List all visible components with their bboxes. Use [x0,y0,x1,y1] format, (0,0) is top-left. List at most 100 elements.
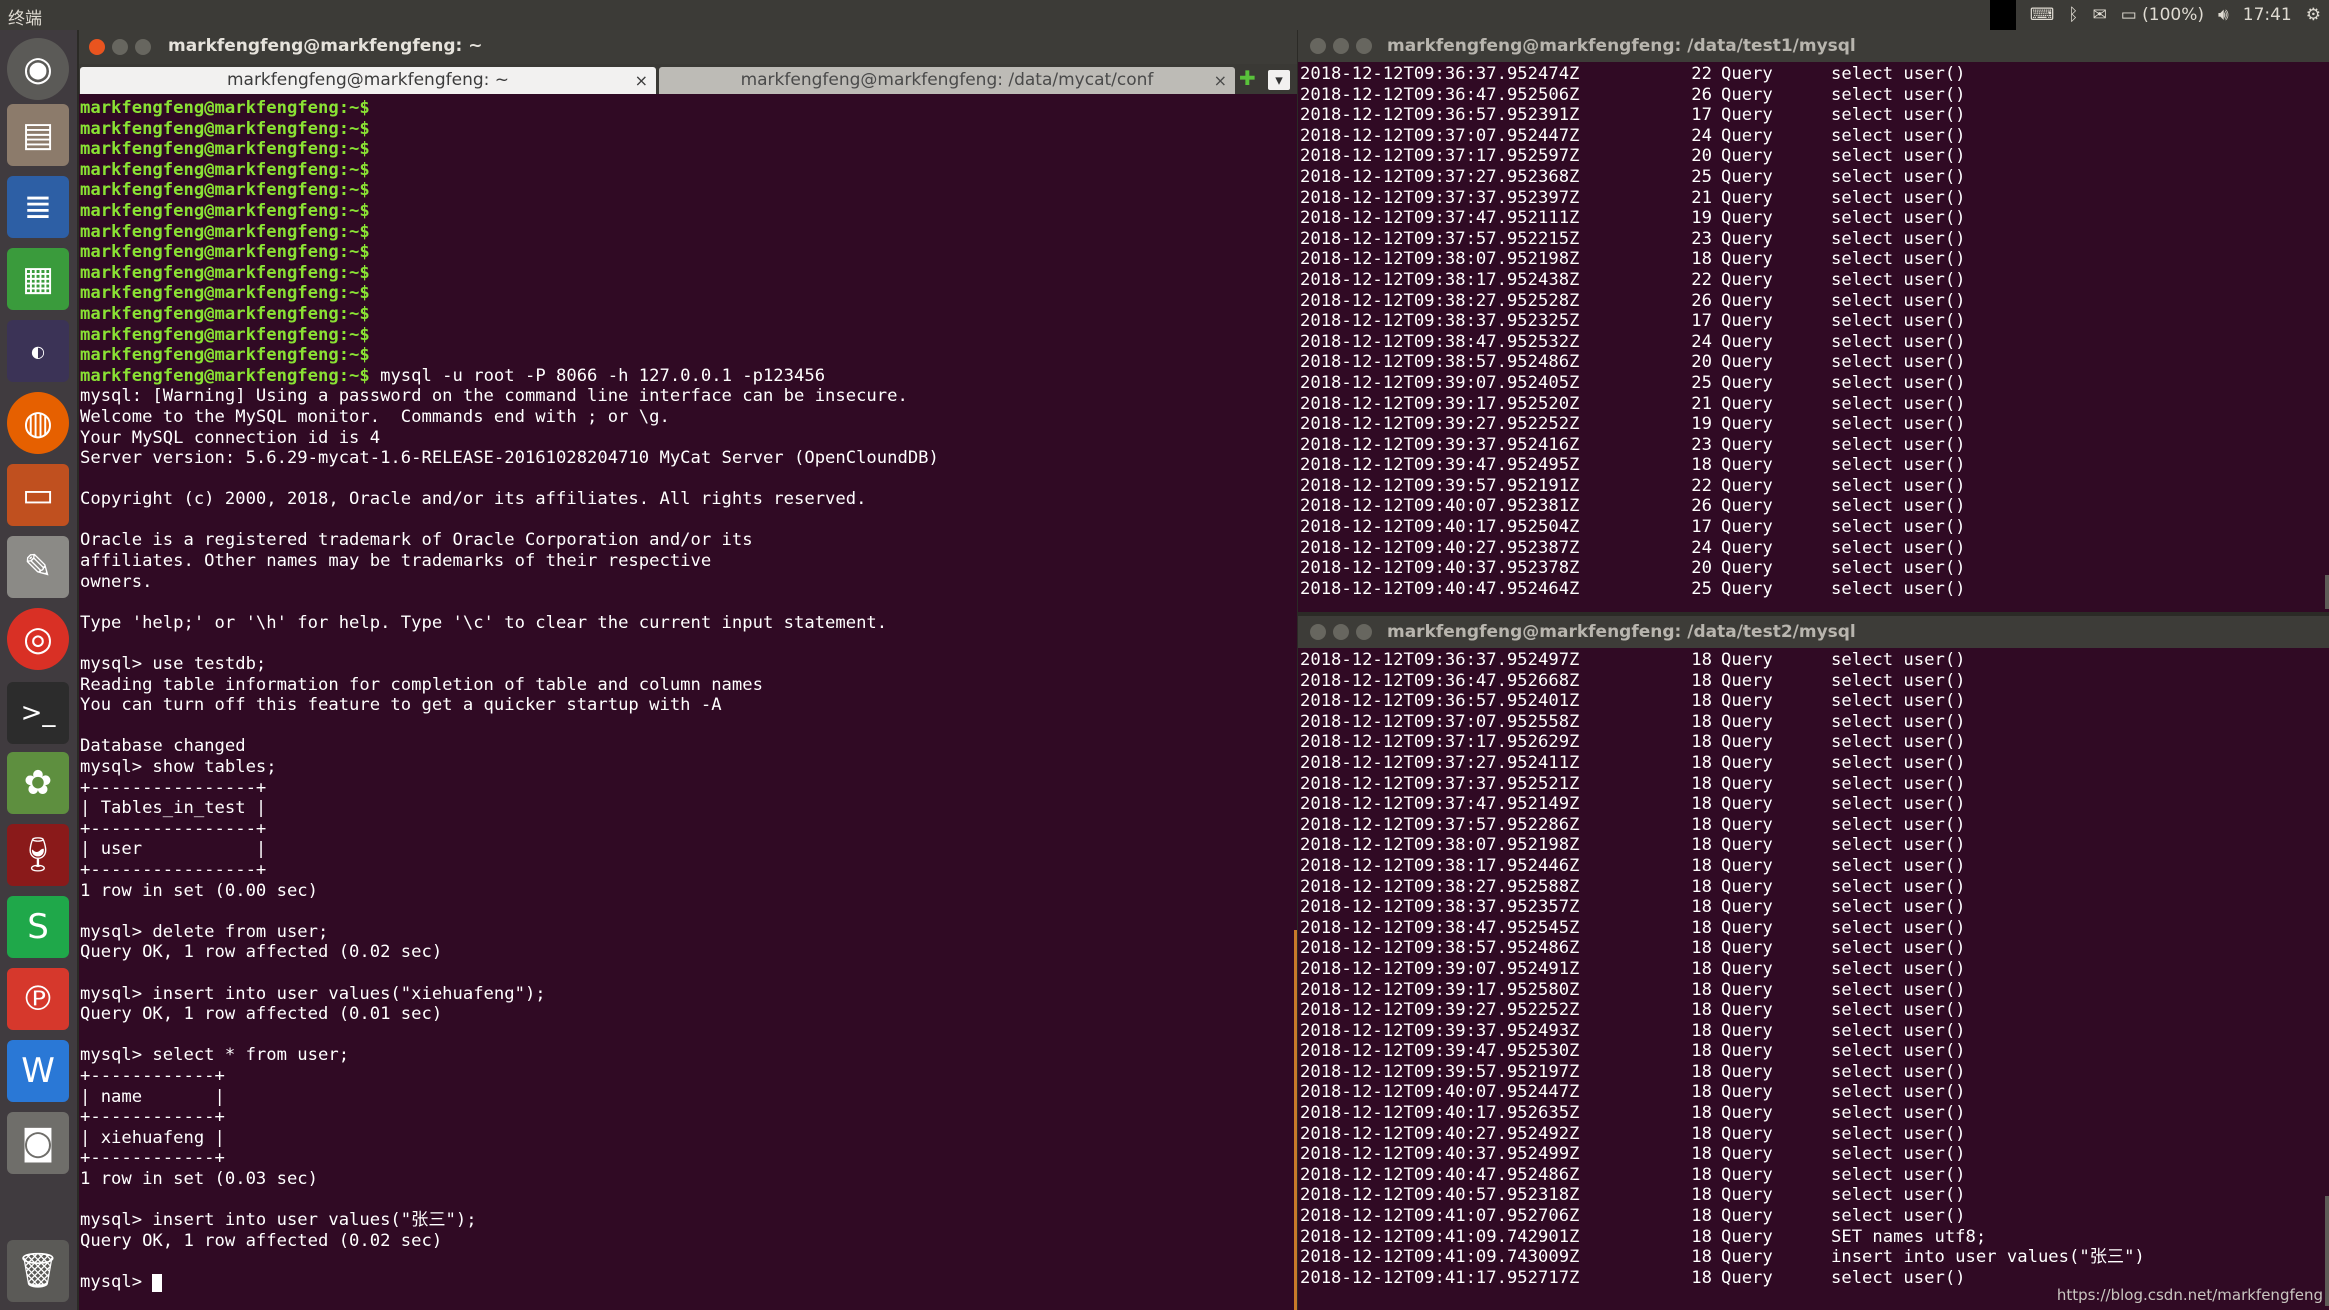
maximize-icon[interactable] [1356,624,1372,640]
wps-spreadsheet-icon[interactable]: S [7,896,69,958]
log-argument: insert into user values("张三") [1831,1247,2145,1268]
tab-menu-icon[interactable]: ▾ [1268,70,1290,90]
log-thread-id: 18 [1691,732,1712,753]
log-argument: select user() [1831,752,1966,773]
log-command: Query [1721,835,1773,856]
log-timestamp: 2018-12-12T09:40:57.952318Z [1300,1185,1580,1206]
log-argument: select user() [1831,393,1966,414]
log-argument: select user() [1831,372,1966,393]
log-thread-id: 18 [1691,711,1712,732]
minimize-icon[interactable] [112,39,128,55]
log-row: 2018-12-12T09:36:47.952668Z 18 Query select… [1300,671,2320,692]
shell-prompt: markfengfeng@markfengfeng:~$ [80,159,370,180]
tab-close-icon[interactable]: × [635,67,648,94]
screenshot-icon[interactable]: ◙ [7,1112,69,1174]
eclipse-icon[interactable]: ◐ [7,320,69,382]
log-thread-id: 25 [1691,578,1712,599]
log-thread-id: 18 [1691,835,1712,856]
log-argument: select user() [1831,558,1966,579]
gear-icon[interactable]: ⚙ [2306,5,2321,25]
shell-prompt: markfengfeng@markfengfeng:~$ [80,345,370,366]
log-timestamp: 2018-12-12T09:37:27.952411Z [1300,752,1580,773]
log-command: Query [1721,475,1773,496]
scrollbar[interactable] [2325,1196,2329,1306]
close-icon[interactable] [1310,38,1326,54]
terminal-line: | name | [80,1086,225,1107]
text-editor-icon[interactable]: ✎ [7,536,69,598]
window-titlebar[interactable]: markfengfeng@markfengfeng: ~ [79,30,1297,64]
log-command: Query [1721,1123,1773,1144]
shell-prompt: markfengfeng@markfengfeng:~$ [80,139,370,160]
volume-icon[interactable]: 🔊︎ [2218,5,2229,25]
log-argument: select user() [1831,414,1966,435]
log-row: 2018-12-12T09:37:27.952411Z 18 Query select… [1300,753,2320,774]
tab-mycat-conf[interactable]: markfengfeng@markfengfeng: /data/mycat/c… [659,67,1235,94]
bluetooth-icon[interactable]: ᛒ [2068,5,2078,25]
window-titlebar[interactable]: markfengfeng@markfengfeng: /data/test2/m… [1298,616,2329,648]
log-row: 2018-12-12T09:38:07.952198Z 18 Query select… [1300,835,2320,856]
firefox-icon[interactable]: ◍ [7,392,69,454]
log-row: 2018-12-12T09:38:37.952357Z 18 Query select… [1300,897,2320,918]
battery-indicator[interactable]: ▭ (100%) [2121,5,2204,25]
log-row: 2018-12-12T09:37:27.952368Z 25 Query select… [1300,167,2320,188]
log-argument: select user() [1831,517,1966,538]
terminal-line: mysql> select * from user; [80,1045,350,1066]
wine-icon[interactable]: 🍷︎ [7,824,69,886]
minimize-icon[interactable] [1333,38,1349,54]
log-timestamp: 2018-12-12T09:41:09.743009Z [1300,1247,1580,1268]
log-thread-id: 18 [1691,1000,1712,1021]
scrollbar[interactable] [2325,575,2329,609]
log-argument: select user() [1831,1144,1966,1165]
terminal-line: markfengfeng@markfengfeng:~$ [80,180,1295,201]
keyboard-icon[interactable]: ⌨ [2030,5,2055,25]
log-row: 2018-12-12T09:38:47.952545Z 18 Query select… [1300,918,2320,939]
log-row: 2018-12-12T09:36:47.952506Z 26 Query select… [1300,85,2320,106]
wps-writer-icon[interactable]: W [7,1040,69,1102]
log-row: 2018-12-12T09:39:47.952495Z 18 Query select… [1300,455,2320,476]
close-icon[interactable] [1310,624,1326,640]
log-thread-id: 18 [1691,814,1712,835]
tab-home[interactable]: markfengfeng@markfengfeng: ~ × [80,67,656,94]
mail-icon[interactable]: ✉ [2092,5,2106,25]
window-titlebar[interactable]: markfengfeng@markfengfeng: /data/test1/m… [1298,30,2329,62]
log-row: 2018-12-12T09:37:47.952149Z 18 Query select… [1300,794,2320,815]
log-thread-id: 18 [1691,1061,1712,1082]
log-output[interactable]: 2018-12-12T09:36:37.952497Z 18 Query select… [1300,650,2320,1308]
shell-prompt: markfengfeng@markfengfeng:~$ [80,221,370,242]
new-tab-icon[interactable]: ✚ [1239,66,1256,90]
log-timestamp: 2018-12-12T09:40:17.952504Z [1300,517,1580,538]
log-thread-id: 18 [1691,1082,1712,1103]
files-icon[interactable]: ▤ [7,104,69,166]
maximize-icon[interactable] [135,39,151,55]
writer-icon[interactable]: ≣ [7,176,69,238]
terminal-output[interactable]: markfengfeng@markfengfeng:~$ markfengfeng… [79,98,1295,1310]
calc-icon[interactable]: ▦ [7,248,69,310]
scrollbar[interactable] [1294,930,1297,1310]
terminal-line: mysql> delete from user; [80,921,329,942]
wps-pdf-icon[interactable]: ℗ [7,968,69,1030]
minimize-icon[interactable] [1333,624,1349,640]
tab-close-icon[interactable]: × [1214,67,1227,94]
chrome-icon[interactable]: ◎ [7,608,69,670]
shell-prompt: markfengfeng@markfengfeng:~$ [80,242,370,263]
log-row: 2018-12-12T09:41:07.952706Z 18 Query select… [1300,1206,2320,1227]
close-icon[interactable] [89,39,105,55]
log-argument: select user() [1831,105,1966,126]
log-output[interactable]: 2018-12-12T09:36:37.952474Z 22 Query select… [1300,64,2320,612]
maximize-icon[interactable] [1356,38,1372,54]
log-argument: select user() [1831,650,1966,670]
impress-icon[interactable]: ▭ [7,464,69,526]
terminal-icon[interactable]: >_ [7,682,69,744]
dash-icon[interactable]: ◉ [7,38,69,100]
log-argument: select user() [1831,958,1966,979]
terminal-line: mysql: [Warning] Using a password on the… [80,386,908,407]
log-argument: select user() [1831,855,1966,876]
log-thread-id: 26 [1691,290,1712,311]
trash-icon[interactable]: 🗑︎ [7,1240,69,1302]
shotwell-icon[interactable]: ✿ [7,752,69,814]
log-thread-id: 18 [1691,794,1712,815]
log-argument: select user() [1831,125,1966,146]
clock[interactable]: 17:41 [2243,5,2292,25]
